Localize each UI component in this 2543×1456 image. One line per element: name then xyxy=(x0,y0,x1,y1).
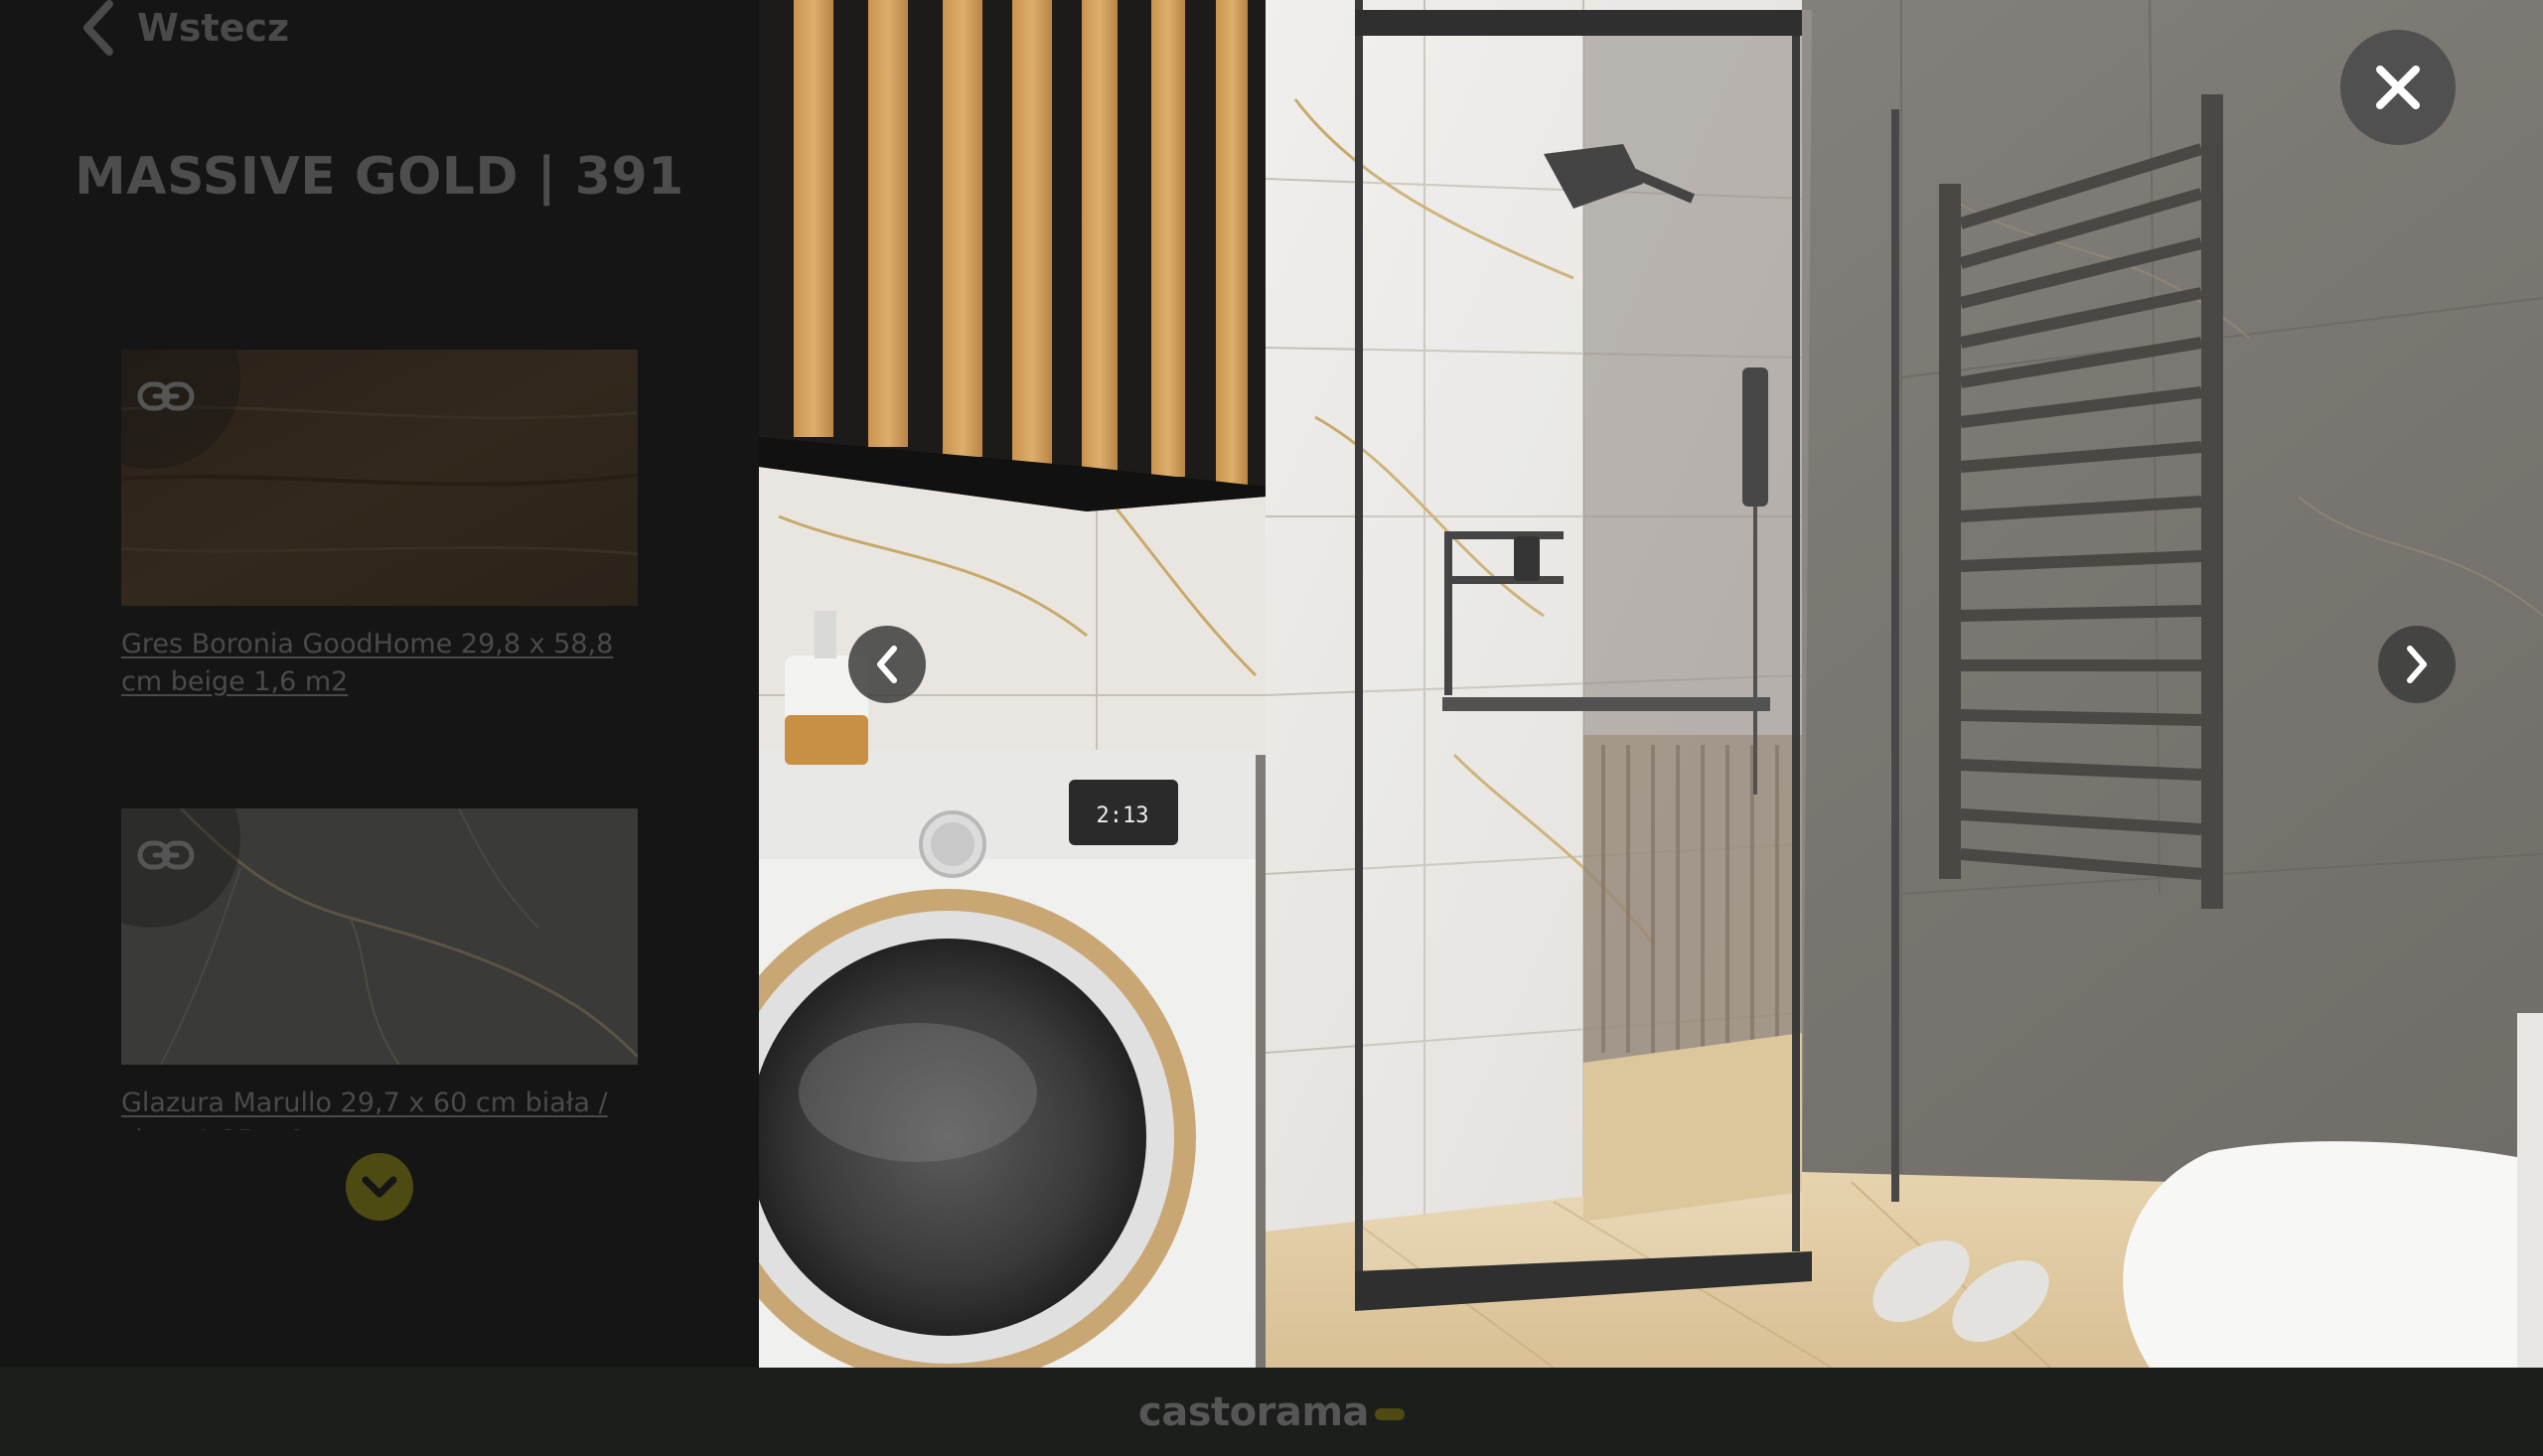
product-thumbnail[interactable] xyxy=(121,808,638,1065)
link-icon xyxy=(137,381,195,411)
chevron-right-icon xyxy=(2407,646,2427,683)
svg-text:2:13: 2:13 xyxy=(1097,803,1149,828)
back-label: Wstecz xyxy=(137,6,290,50)
brand-name: castorama xyxy=(1137,1388,1370,1435)
back-button[interactable]: Wstecz xyxy=(79,0,289,56)
chevron-down-icon xyxy=(362,1176,397,1198)
scroll-down-button[interactable] xyxy=(346,1153,413,1221)
footer: castorama xyxy=(0,1368,2543,1456)
bathroom-render-image: 2:13 xyxy=(759,0,2543,1368)
previous-image-button[interactable] xyxy=(848,626,926,703)
chevron-left-icon xyxy=(877,646,897,683)
product-thumbnail[interactable] xyxy=(121,350,638,606)
close-button[interactable] xyxy=(2340,30,2456,145)
sidebar-panel: Wstecz MASSIVE GOLD | 391 Gres Boronia G… xyxy=(0,0,759,1368)
image-viewer: 2:13 xyxy=(759,0,2543,1368)
product-card[interactable]: Gres Boronia GoodHome 29,8 x 58,8 cm bei… xyxy=(121,350,638,701)
link-icon xyxy=(137,840,195,870)
next-image-button[interactable] xyxy=(2378,626,2456,703)
product-name-link[interactable]: Gres Boronia GoodHome 29,8 x 58,8 cm bei… xyxy=(121,626,638,701)
close-icon xyxy=(2376,66,2420,109)
product-name-link[interactable]: Glazura Marullo 29,7 x 60 cm biała / zło… xyxy=(121,1085,638,1130)
page-title: MASSIVE GOLD | 391 xyxy=(75,147,684,207)
brand-accent-bar xyxy=(1375,1407,1405,1420)
castorama-logo: castorama xyxy=(1138,1389,1405,1435)
chevron-left-icon xyxy=(83,0,113,56)
product-card[interactable]: Glazura Marullo 29,7 x 60 cm biała / zło… xyxy=(121,808,638,1130)
